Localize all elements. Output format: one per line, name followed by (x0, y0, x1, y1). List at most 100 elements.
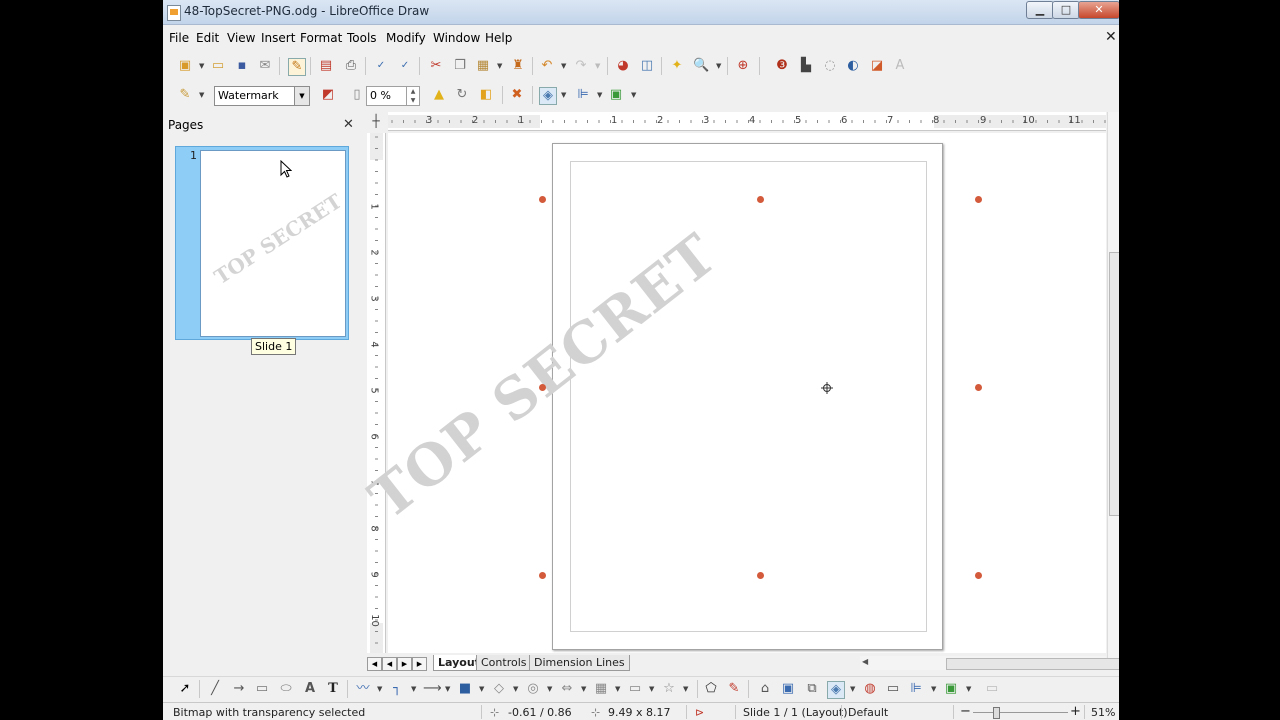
navigator-icon[interactable]: ◫ (639, 58, 655, 74)
open-icon[interactable]: ▭ (210, 58, 226, 74)
zoom-icon[interactable]: 🔍 (693, 58, 709, 74)
zoom-slider[interactable] (973, 712, 1068, 713)
selection-handle[interactable] (539, 384, 546, 391)
scroll-left-icon[interactable]: ◀ (862, 657, 868, 666)
selection-handle[interactable] (975, 196, 982, 203)
rotation-center-icon[interactable] (821, 382, 833, 394)
undo-dropdown-icon[interactable]: ▼ (561, 58, 566, 74)
arrange-area-icon[interactable]: ▣ (943, 681, 959, 697)
clone-formatting-icon[interactable]: ♜ (510, 58, 526, 74)
fill-format-icon[interactable]: ◩ (320, 87, 336, 103)
crop-icon[interactable]: ◪ (869, 58, 885, 74)
stars-dropdown-icon[interactable]: ▼ (649, 681, 654, 697)
styles-icon[interactable]: ✎ (177, 87, 193, 103)
lines-dropdown-icon[interactable]: ▼ (445, 681, 450, 697)
last-tab-icon[interactable]: ▶ (412, 657, 427, 671)
status-master-page[interactable]: Default (848, 706, 888, 719)
styles-dropdown-icon[interactable]: ▼ (199, 87, 204, 103)
callouts-icon[interactable]: ▦ (593, 681, 609, 697)
transparency-field[interactable]: 0 % ▲ ▼ (366, 86, 420, 106)
menu-tools[interactable]: Tools (347, 31, 377, 45)
zoom-dropdown-icon[interactable]: ▼ (716, 58, 721, 74)
next-tab-icon[interactable]: ▶ (397, 657, 412, 671)
vertical-scroll-thumb[interactable] (1109, 252, 1119, 516)
arrange-shapes-icon[interactable]: ◈ (827, 681, 845, 699)
arrange-area-dropdown-icon[interactable]: ▼ (966, 681, 971, 697)
lines-arrows-icon[interactable]: ⟶ (423, 681, 442, 697)
paste-dropdown-icon[interactable]: ▼ (497, 58, 502, 74)
connector-icon[interactable]: ┐ (389, 681, 405, 697)
zoom-in-icon[interactable]: + (1070, 704, 1081, 719)
redo-icon[interactable]: ↷ (573, 58, 589, 74)
help-icon[interactable]: ⊕ (735, 58, 751, 74)
slide-thumbnail[interactable]: TOP SECRET (200, 150, 346, 337)
document-modified-icon[interactable]: ⊳ (695, 706, 704, 719)
ruler-origin-icon[interactable]: ┼ (367, 112, 385, 130)
points-icon[interactable]: ⬠ (703, 681, 719, 697)
redo-dropdown-icon[interactable]: ▼ (595, 58, 600, 74)
selection-handle[interactable] (975, 572, 982, 579)
arrow-line-icon[interactable]: → (231, 681, 247, 697)
tab-controls[interactable]: Controls (476, 655, 532, 671)
chevron-down-icon[interactable]: ▼ (294, 87, 309, 105)
align-icon[interactable]: ⊫ (575, 87, 591, 103)
align-dropdown-icon[interactable]: ▼ (597, 87, 602, 103)
selection-handle[interactable] (757, 196, 764, 203)
save-icon[interactable]: ▪ (234, 58, 250, 74)
first-tab-icon[interactable]: ◀ (367, 657, 382, 671)
print-icon[interactable]: ⎙ (343, 58, 359, 74)
basic-shapes-icon[interactable]: ■ (457, 681, 473, 697)
connector-dropdown-icon[interactable]: ▼ (411, 681, 416, 697)
menu-modify[interactable]: Modify (386, 31, 426, 45)
align-shapes-icon[interactable]: ⊫ (908, 681, 924, 697)
new-document-icon[interactable]: ▣ (177, 58, 193, 74)
horizontal-ruler[interactable]: 3 2 1 1 2 3 4 5 6 7 8 9 10 11 (388, 112, 1106, 131)
select-icon[interactable]: ➚ (177, 681, 193, 697)
shadow-toggle-icon[interactable]: ◧ (478, 87, 494, 103)
gallery-icon[interactable]: ▣ (780, 681, 796, 697)
shadow-icon[interactable]: ◐ (845, 58, 861, 74)
symbol-shapes-dropdown-icon[interactable]: ▼ (513, 681, 518, 697)
glue-points-icon[interactable]: ✦ (669, 58, 685, 74)
autospell-icon[interactable]: ✓ (397, 58, 413, 74)
star-dropdown-icon[interactable]: ▼ (683, 681, 688, 697)
shadow-disabled-icon[interactable]: ▭ (984, 681, 1000, 697)
arrange-icon[interactable]: ◈ (539, 87, 557, 105)
cut-icon[interactable]: ✂ (428, 58, 444, 74)
area-dropdown-icon[interactable]: ▼ (631, 87, 636, 103)
selection-handle[interactable] (539, 572, 546, 579)
basic-shapes-dropdown-icon[interactable]: ▼ (479, 681, 484, 697)
status-zoom[interactable]: 51% (1091, 706, 1115, 719)
image-from-file-icon[interactable]: ⌂ (757, 681, 773, 697)
3d-effects-icon[interactable]: ❸ (774, 58, 790, 74)
drawing-page[interactable] (552, 143, 943, 650)
zoom-out-icon[interactable]: − (960, 704, 971, 719)
delete-icon[interactable]: ✖ (509, 87, 525, 103)
minimize-button[interactable]: ▁ (1026, 1, 1054, 19)
ellipse-icon[interactable]: ⬭ (278, 681, 294, 697)
close-document-icon[interactable]: ✕ (1105, 29, 1117, 45)
curve-icon[interactable]: 〰 (355, 681, 371, 697)
selection-handle[interactable] (757, 572, 764, 579)
vertical-ruler[interactable]: 1 2 3 4 5 6 7 8 9 10 (367, 133, 386, 653)
new-dropdown-icon[interactable]: ▼ (199, 58, 204, 74)
tab-dimension-lines[interactable]: Dimension Lines (529, 655, 630, 671)
chart-icon[interactable]: ◕ (615, 58, 631, 74)
horizontal-scrollbar[interactable]: ◀ ▶ (860, 656, 1119, 670)
toggle-extrusion-icon[interactable]: ◍ (862, 681, 878, 697)
horizontal-scroll-thumb[interactable] (946, 658, 1119, 670)
slide-thumbnail-item[interactable]: 1 TOP SECRET (175, 146, 349, 340)
block-arrows-icon[interactable]: ◎ (525, 681, 541, 697)
spelling-icon[interactable]: ✓ (373, 58, 389, 74)
paste-icon[interactable]: ▦ (475, 58, 491, 74)
menu-view[interactable]: View (227, 31, 255, 45)
rotate-icon[interactable]: ◌ (822, 58, 838, 74)
block-arrows-dropdown-icon[interactable]: ▼ (547, 681, 552, 697)
glue-icon[interactable]: ✎ (726, 681, 742, 697)
text-icon[interactable]: T (325, 681, 341, 697)
star-icon[interactable]: ☆ (661, 681, 677, 697)
menu-edit[interactable]: Edit (196, 31, 219, 45)
spin-arrows-icon[interactable]: ▲ ▼ (406, 87, 419, 105)
arrange-shapes-dropdown-icon[interactable]: ▼ (850, 681, 855, 697)
flowchart-icon[interactable]: ⇔ (559, 681, 575, 697)
